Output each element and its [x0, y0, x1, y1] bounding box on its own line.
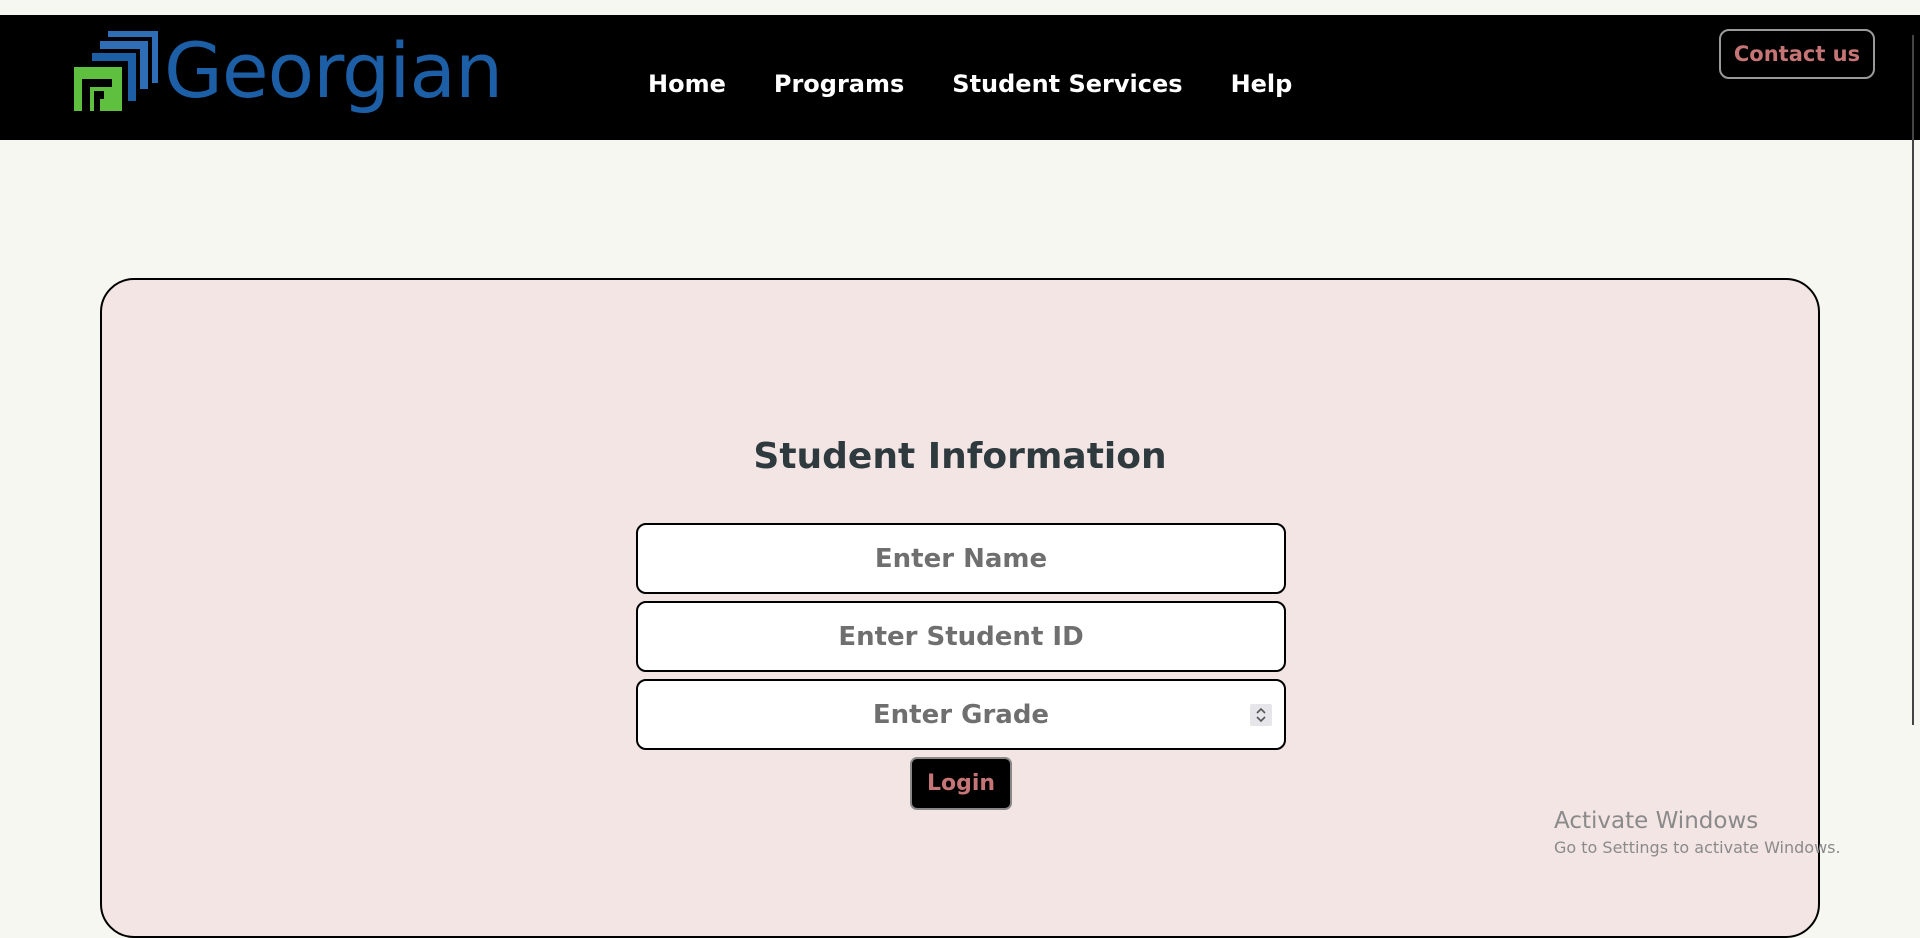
- form-title: Student Information: [753, 436, 1167, 477]
- grade-input[interactable]: [636, 679, 1286, 750]
- login-button[interactable]: Login: [910, 757, 1012, 810]
- nav-student-services[interactable]: Student Services: [952, 70, 1182, 98]
- nav-help[interactable]: Help: [1231, 70, 1293, 98]
- windows-activation-watermark: Activate Windows Go to Settings to activ…: [1554, 808, 1841, 857]
- number-stepper-icon: [1256, 707, 1266, 723]
- watermark-line2: Go to Settings to activate Windows.: [1554, 838, 1841, 857]
- nav-programs[interactable]: Programs: [774, 70, 904, 98]
- watermark-line1: Activate Windows: [1554, 808, 1759, 834]
- name-input[interactable]: [636, 523, 1286, 594]
- nav-home[interactable]: Home: [648, 70, 726, 98]
- navbar: Georgian Home Programs Student Services …: [0, 15, 1920, 140]
- grade-stepper[interactable]: [1250, 704, 1272, 726]
- logo-wordmark: Georgian: [164, 26, 503, 115]
- georgian-logo-mark-icon: [74, 31, 158, 111]
- site-logo[interactable]: Georgian: [74, 26, 503, 115]
- student-id-input[interactable]: [636, 601, 1286, 672]
- top-gap: [0, 0, 1920, 15]
- main-nav: Home Programs Student Services Help: [648, 70, 1340, 98]
- contact-us-button[interactable]: Contact us: [1719, 29, 1875, 79]
- page-scrollbar[interactable]: [1912, 35, 1914, 725]
